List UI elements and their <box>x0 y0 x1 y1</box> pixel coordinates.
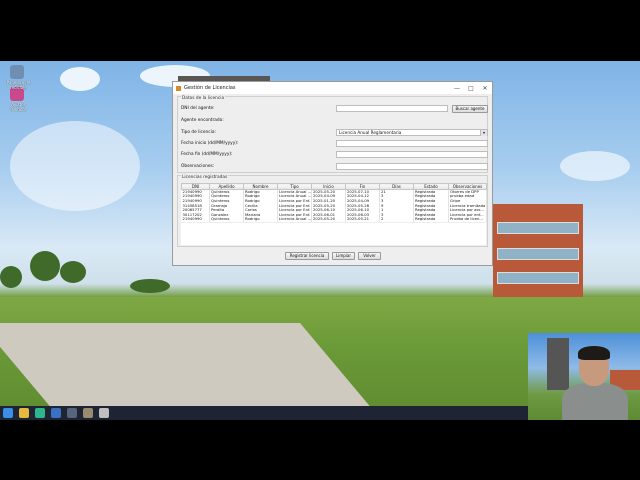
action-bar: Registrar licencia Limpiar Volver <box>173 250 492 262</box>
chevron-down-icon[interactable]: ▾ <box>480 130 487 136</box>
table-cell: Prueba de licen... <box>448 217 487 222</box>
dni-label: DNI del agente: <box>181 106 215 111</box>
window-titlebar[interactable]: Gestión de Licencias — □ ✕ <box>173 82 492 94</box>
close-button[interactable]: ✕ <box>478 85 492 92</box>
webcam-person-shirt <box>562 383 628 420</box>
table-section-title: Licencias registradas <box>181 175 229 180</box>
table-body: 21940990 Quinteros Rodrigo Licencia Anual .… <box>181 189 487 222</box>
desktop-icons: Papelera de reciclaje Ajustes Políticos <box>2 65 32 112</box>
table-cell: Registrada <box>413 217 449 222</box>
tipo-licencia-select[interactable]: Licencia Anual Reglamentaria ▾ <box>336 129 488 136</box>
fecha-inicio-label: Fecha inicio (dd/MM/yyyy): <box>181 141 239 146</box>
file-explorer-icon[interactable] <box>19 408 29 418</box>
agente-encontrado-label: Agente encontrado: <box>181 118 224 123</box>
tree <box>30 251 60 281</box>
table-cell: 2025-05-20 <box>311 217 346 222</box>
java-app-icon[interactable] <box>83 408 93 418</box>
licencias-table-panel: Licencias registradas DNI Apellido Nombr… <box>177 175 488 247</box>
dni-input[interactable] <box>336 105 448 112</box>
table-empty-area <box>181 223 486 245</box>
table-cell: Quinteros <box>209 217 244 222</box>
sky-cloud <box>560 151 630 181</box>
observaciones-input[interactable] <box>336 163 488 170</box>
campus-building <box>493 204 583 304</box>
column-header-observaciones[interactable]: Observaciones <box>448 183 487 190</box>
tree <box>60 261 86 283</box>
table-cell: 2025-05-21 <box>345 217 380 222</box>
table-row[interactable]: 21940990 Quinteros Rodrigo Licencia Anual .… <box>181 217 487 222</box>
window-title: Gestión de Licencias <box>184 85 236 91</box>
table-cell: 21940990 <box>181 217 210 222</box>
licencias-table: DNI Apellido Nombre Tipo Inicio Fin Días… <box>181 183 487 222</box>
desktop-icon-recycle-bin[interactable]: Papelera de reciclaje <box>2 65 32 90</box>
form-section-title: Datos de la licencia <box>181 96 226 101</box>
fecha-fin-label: Fecha fin (dd/MM/yyyy): <box>181 152 233 157</box>
sky-cloud <box>10 121 140 211</box>
maximize-button[interactable]: □ <box>464 85 478 92</box>
recycle-bin-icon <box>10 65 24 79</box>
observaciones-label: Observaciones: <box>181 164 215 169</box>
table-cell: Rodrigo <box>243 217 278 222</box>
registrar-licencia-button[interactable]: Registrar licencia <box>285 252 329 260</box>
building-windows <box>497 222 579 234</box>
terminal-icon[interactable] <box>67 408 77 418</box>
fecha-inicio-input[interactable] <box>336 140 488 147</box>
table-cell: Licencia Anual ... <box>277 217 312 222</box>
gestion-licencias-window: Gestión de Licencias — □ ✕ Datos de la l… <box>172 81 493 266</box>
desktop-icon-label: Ajustes Políticos <box>10 102 27 112</box>
buscar-agente-button[interactable]: Buscar agente <box>452 105 488 113</box>
building-windows <box>497 248 579 260</box>
webcam-overlay <box>528 333 640 420</box>
desktop-icon-label: Papelera de reciclaje <box>6 80 31 90</box>
tree <box>130 279 170 293</box>
edge-browser-icon[interactable] <box>35 408 45 418</box>
license-form-panel: Datos de la licencia DNI del agente: Bus… <box>177 96 488 173</box>
fecha-fin-input[interactable] <box>336 151 488 158</box>
sky-cloud <box>60 67 100 91</box>
word-icon[interactable] <box>51 408 61 418</box>
tree <box>0 266 22 288</box>
tipo-licencia-label: Tipo de licencia: <box>181 130 216 135</box>
volver-button[interactable]: Volver <box>358 252 381 260</box>
taskbar <box>0 406 528 420</box>
webcam-building <box>547 338 569 390</box>
windows-start-icon[interactable] <box>3 408 13 418</box>
java-app-icon-2[interactable] <box>99 408 109 418</box>
table-cell: 2 <box>379 217 414 222</box>
java-app-icon <box>176 85 181 91</box>
limpiar-button[interactable]: Limpiar <box>332 252 355 260</box>
tipo-licencia-value: Licencia Anual Reglamentaria <box>339 130 402 135</box>
webcam-person-hair <box>578 346 610 360</box>
building-windows <box>497 272 579 284</box>
minimize-button[interactable]: — <box>450 85 464 92</box>
